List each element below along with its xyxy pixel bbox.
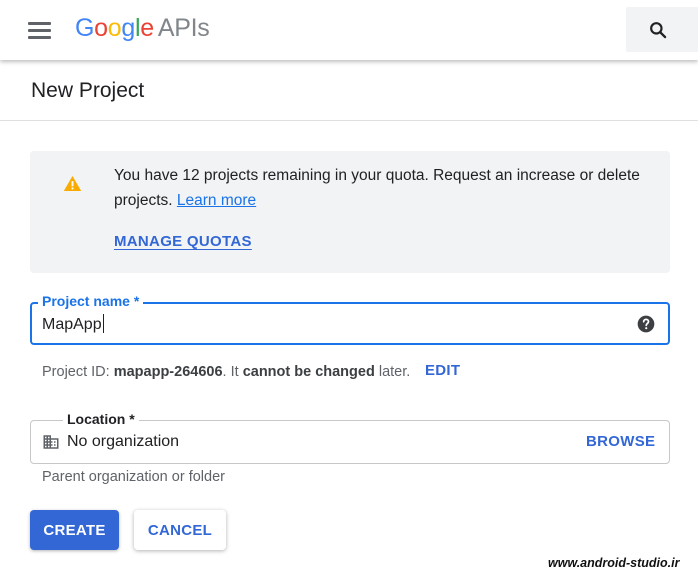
hamburger-menu-icon[interactable] [28,22,51,39]
project-id-prefix: Project ID: [42,364,110,380]
project-id-value: mapapp-264606 [113,364,223,380]
help-circle-icon[interactable] [636,314,656,334]
location-value: No organization [67,433,180,450]
quota-warning-text: You have 12 projects remaining in your q… [114,163,644,213]
browse-button[interactable]: BROWSE [586,433,655,450]
search-button[interactable] [626,7,698,52]
manage-quotas-link[interactable]: MANAGE QUOTAS [114,233,252,250]
logo-google-text: Google [75,14,154,42]
create-button[interactable]: CREATE [30,510,119,550]
cancel-button[interactable]: CANCEL [134,510,226,550]
project-id-suffix-1: . It [222,364,239,380]
project-name-value: MapApp [42,316,102,333]
text-caret [102,314,104,333]
logo-apis-text: APIs [157,14,210,42]
watermark-text: www.android-studio.ir [548,556,680,570]
edit-project-id-button[interactable]: EDIT [425,362,460,379]
project-name-label: Project name * [38,293,144,309]
page-title-bar: New Project [0,60,698,121]
project-id-text: Project ID: mapapp-264606. It cannot be … [42,363,410,381]
location-helper-text: Parent organization or folder [42,469,225,485]
building-icon [43,435,59,449]
page-title: New Project [31,79,145,102]
top-app-bar: Google APIs [0,0,698,60]
project-id-bold-phrase: cannot be changed [242,364,375,380]
location-label: Location * [63,411,139,427]
learn-more-link[interactable]: Learn more [177,192,256,209]
project-name-input[interactable]: MapApp [42,314,104,335]
project-id-suffix-2: later. [378,364,411,380]
quota-warning-card: You have 12 projects remaining in your q… [30,151,670,273]
search-icon [650,22,667,39]
google-apis-logo[interactable]: Google APIs [75,12,210,44]
warning-icon [63,175,82,192]
